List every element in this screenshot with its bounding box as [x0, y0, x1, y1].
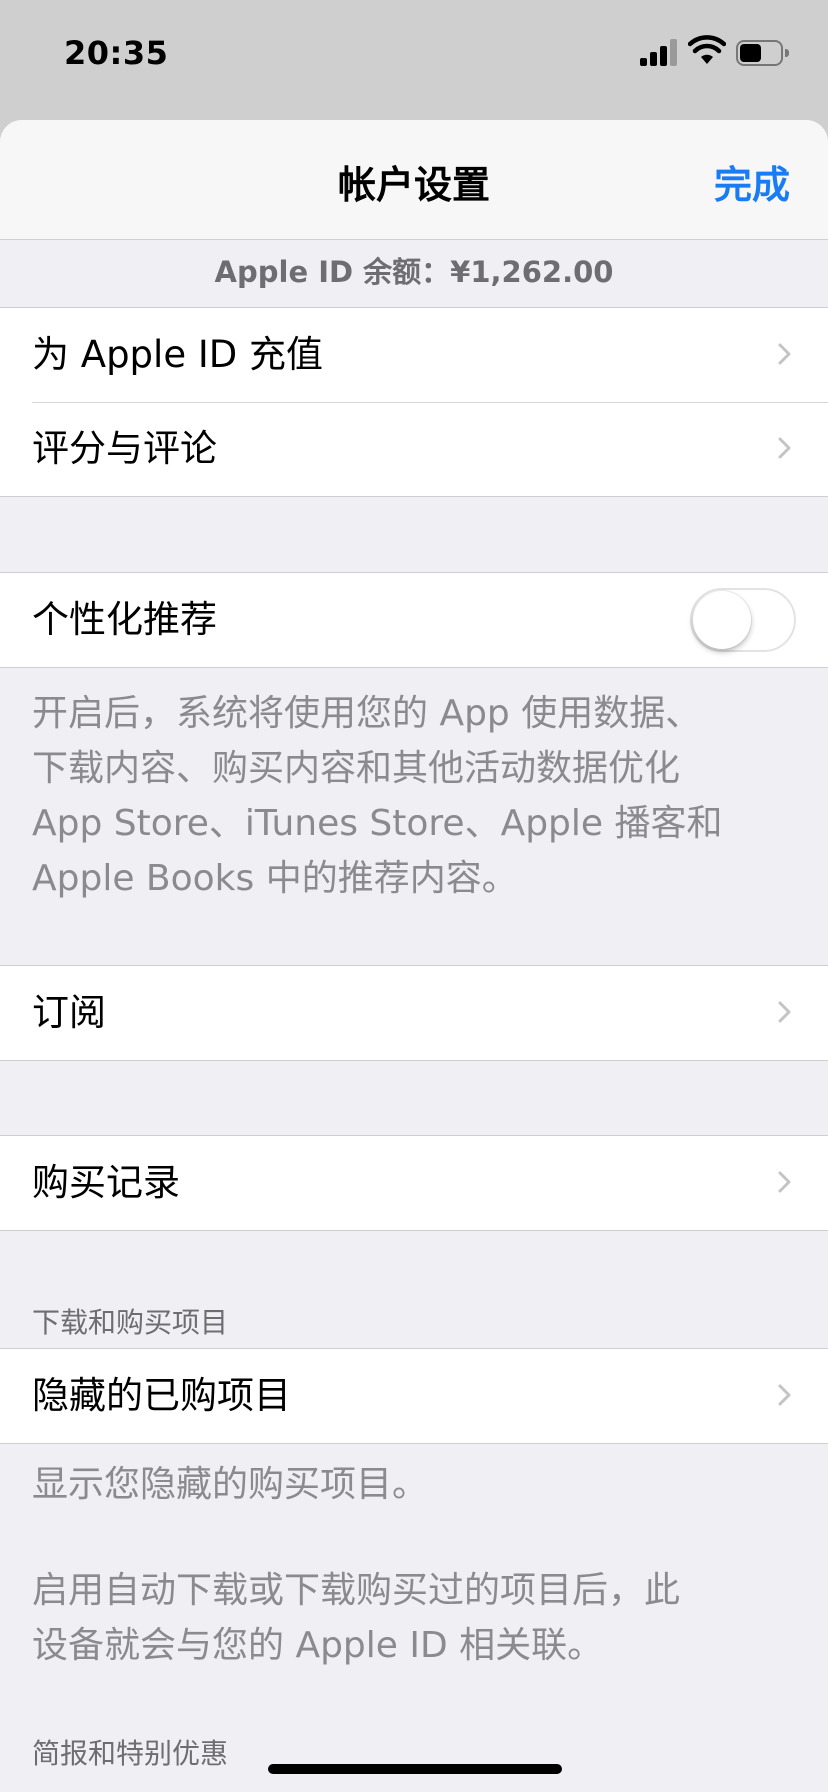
- footer-line: 下载内容、购买内容和其他活动数据优化: [32, 748, 681, 789]
- cellular-signal-icon: [640, 38, 680, 66]
- status-time: 20:35: [64, 34, 169, 72]
- funds-group: 为 Apple ID 充值 评分与评论: [0, 307, 828, 497]
- subscriptions-group: 订阅: [0, 965, 828, 1061]
- subscriptions-label: 订阅: [32, 991, 106, 1034]
- hidden-purchases-label: 隐藏的已购项目: [32, 1374, 291, 1417]
- hidden-purchases-footer: 显示您隐藏的购买项目。: [32, 1457, 792, 1512]
- ratings-reviews-label: 评分与评论: [32, 427, 217, 470]
- toggle-knob: [693, 591, 751, 649]
- footer-line: App Store、iTunes Store、Apple 播客和: [32, 803, 723, 844]
- chevron-right-icon: [778, 1001, 791, 1023]
- hidden-purchases-group: 隐藏的已购项目: [0, 1348, 828, 1444]
- home-indicator[interactable]: [268, 1764, 562, 1774]
- hidden-purchases-row[interactable]: 隐藏的已购项目: [0, 1349, 828, 1443]
- account-settings-sheet: 帐户设置 完成 Apple ID 余额：¥1,262.00 为 Apple ID…: [0, 120, 828, 1792]
- personalized-footer: 开启后，系统将使用您的 App 使用数据、 下载内容、购买内容和其他活动数据优化…: [32, 686, 792, 906]
- apple-id-balance: Apple ID 余额：¥1,262.00: [214, 255, 614, 289]
- purchase-history-group: 购买记录: [0, 1135, 828, 1231]
- chevron-right-icon: [778, 1384, 791, 1406]
- footer-line: 启用自动下载或下载购买过的项目后，此: [32, 1570, 681, 1611]
- battery-icon: [736, 40, 789, 66]
- footer-line: Apple Books 中的推荐内容。: [32, 858, 518, 899]
- footer-line: 开启后，系统将使用您的 App 使用数据、: [32, 693, 702, 734]
- device-association-footer: 启用自动下载或下载购买过的项目后，此 设备就会与您的 Apple ID 相关联。: [32, 1563, 792, 1673]
- wifi-icon: [688, 35, 726, 64]
- chevron-right-icon: [778, 1171, 791, 1193]
- personalized-recommendations-label: 个性化推荐: [32, 598, 217, 641]
- ratings-reviews-row[interactable]: 评分与评论: [0, 402, 828, 496]
- purchase-history-label: 购买记录: [32, 1161, 180, 1204]
- purchase-history-row[interactable]: 购买记录: [0, 1136, 828, 1230]
- newsletter-section-header: 简报和特别优惠: [32, 1737, 229, 1770]
- downloads-section-header: 下载和购买项目: [32, 1306, 229, 1339]
- add-funds-row[interactable]: 为 Apple ID 充值: [0, 308, 828, 402]
- chevron-right-icon: [778, 343, 791, 365]
- personalized-recommendations-row: 个性化推荐: [0, 573, 828, 667]
- footer-line: 显示您隐藏的购买项目。: [32, 1464, 429, 1505]
- personalized-group: 个性化推荐: [0, 572, 828, 668]
- footer-line: 设备就会与您的 Apple ID 相关联。: [32, 1625, 604, 1666]
- status-bar: 20:35: [0, 0, 828, 110]
- add-funds-label: 为 Apple ID 充值: [32, 333, 324, 376]
- page-title: 帐户设置: [337, 163, 490, 207]
- navigation-bar: 帐户设置 完成: [0, 120, 828, 240]
- personalized-recommendations-toggle[interactable]: [690, 588, 796, 652]
- chevron-right-icon: [778, 437, 791, 459]
- done-button[interactable]: 完成: [714, 154, 790, 209]
- screen: 20:35 帐户设置 完成 Apple ID 余额：¥1,262.00 为 Ap…: [0, 0, 828, 1792]
- subscriptions-row[interactable]: 订阅: [0, 966, 828, 1060]
